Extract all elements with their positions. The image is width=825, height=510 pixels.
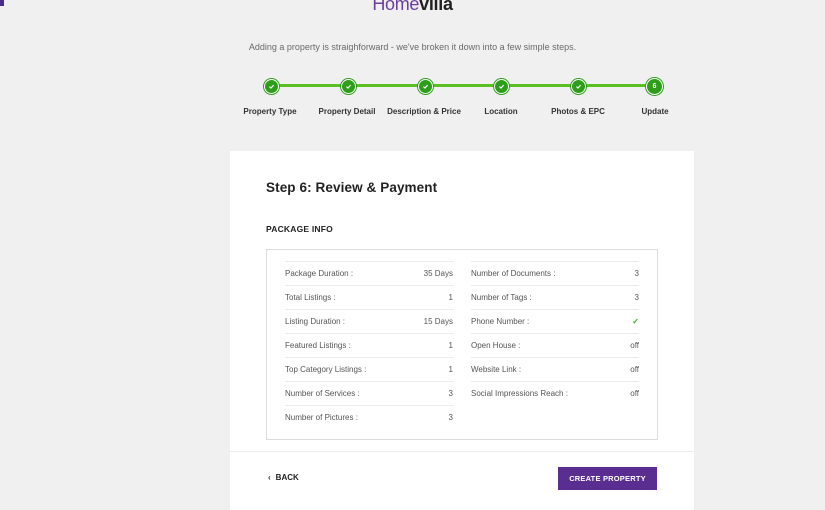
card-divider <box>230 451 694 452</box>
step-4-complete-icon[interactable] <box>494 79 509 94</box>
info-row: Number of Tags : 3 <box>471 285 639 309</box>
info-row: Total Listings : 1 <box>285 285 453 309</box>
info-value: 35 Days <box>423 269 453 278</box>
step-title: Step 6: Review & Payment <box>266 180 438 195</box>
info-label: Number of Documents : <box>471 269 556 278</box>
info-value: 1 <box>448 365 453 374</box>
info-value: off <box>630 365 639 374</box>
info-label: Number of Pictures : <box>285 413 358 422</box>
info-row: Featured Listings : 1 <box>285 333 453 357</box>
create-property-button[interactable]: CREATE PROPERTY <box>558 467 657 490</box>
info-row: Number of Services : 3 <box>285 381 453 405</box>
info-row: Phone Number : ✓ <box>471 309 639 333</box>
info-label: Top Category Listings : <box>285 365 367 374</box>
info-row: Listing Duration : 15 Days <box>285 309 453 333</box>
info-value: 1 <box>448 341 453 350</box>
info-row: Package Duration : 35 Days <box>285 261 453 285</box>
info-label: Website Link : <box>471 365 522 374</box>
back-label: BACK <box>275 473 299 482</box>
info-label: Listing Duration : <box>285 317 346 326</box>
info-value: 1 <box>448 293 453 302</box>
back-button[interactable]: ‹ BACK <box>268 473 299 482</box>
info-label: Phone Number : <box>471 317 530 326</box>
package-info-box: Package Duration : 35 Days Total Listing… <box>266 249 658 440</box>
progress-track <box>270 84 655 87</box>
step-2-complete-icon[interactable] <box>341 79 356 94</box>
info-label: Total Listings : <box>285 293 336 302</box>
info-value: off <box>630 389 639 398</box>
info-label: Number of Tags : <box>471 293 532 302</box>
step-3-complete-icon[interactable] <box>418 79 433 94</box>
info-label: Featured Listings : <box>285 341 351 350</box>
review-card: Step 6: Review & Payment PACKAGE INFO Pa… <box>230 151 694 510</box>
step-6-current-badge[interactable]: 6 <box>646 78 663 95</box>
info-value: off <box>630 341 639 350</box>
info-row: Open House : off <box>471 333 639 357</box>
check-icon: ✓ <box>632 317 639 326</box>
info-value: 3 <box>634 293 639 302</box>
info-value: 3 <box>448 413 453 422</box>
info-label: Social Impressions Reach : <box>471 389 568 398</box>
section-title: PACKAGE INFO <box>266 224 333 234</box>
info-label: Number of Services : <box>285 389 360 398</box>
info-row: Social Impressions Reach : off <box>471 381 639 405</box>
info-value: 3 <box>634 269 639 278</box>
logo[interactable]: Homevilla <box>0 0 825 22</box>
info-row: Website Link : off <box>471 357 639 381</box>
chevron-left-icon: ‹ <box>268 473 271 482</box>
logo-villa-text: villa <box>419 0 453 14</box>
step-label-update[interactable]: Update <box>600 107 710 116</box>
page: Homevilla Adding a property is straighfo… <box>0 0 825 510</box>
info-value: 15 Days <box>423 317 453 326</box>
info-row: Number of Pictures : 3 <box>285 405 453 429</box>
step-1-complete-icon[interactable] <box>264 79 279 94</box>
info-label: Package Duration : <box>285 269 354 278</box>
logo-home-text: Home <box>372 0 420 14</box>
step-5-complete-icon[interactable] <box>571 79 586 94</box>
info-value: 3 <box>448 389 453 398</box>
tagline: Adding a property is straighforward - we… <box>248 42 577 52</box>
info-label: Open House : <box>471 341 521 350</box>
info-row: Top Category Listings : 1 <box>285 357 453 381</box>
package-info-left-column: Package Duration : 35 Days Total Listing… <box>285 261 453 429</box>
info-row: Number of Documents : 3 <box>471 261 639 285</box>
package-info-right-column: Number of Documents : 3 Number of Tags :… <box>471 261 639 405</box>
